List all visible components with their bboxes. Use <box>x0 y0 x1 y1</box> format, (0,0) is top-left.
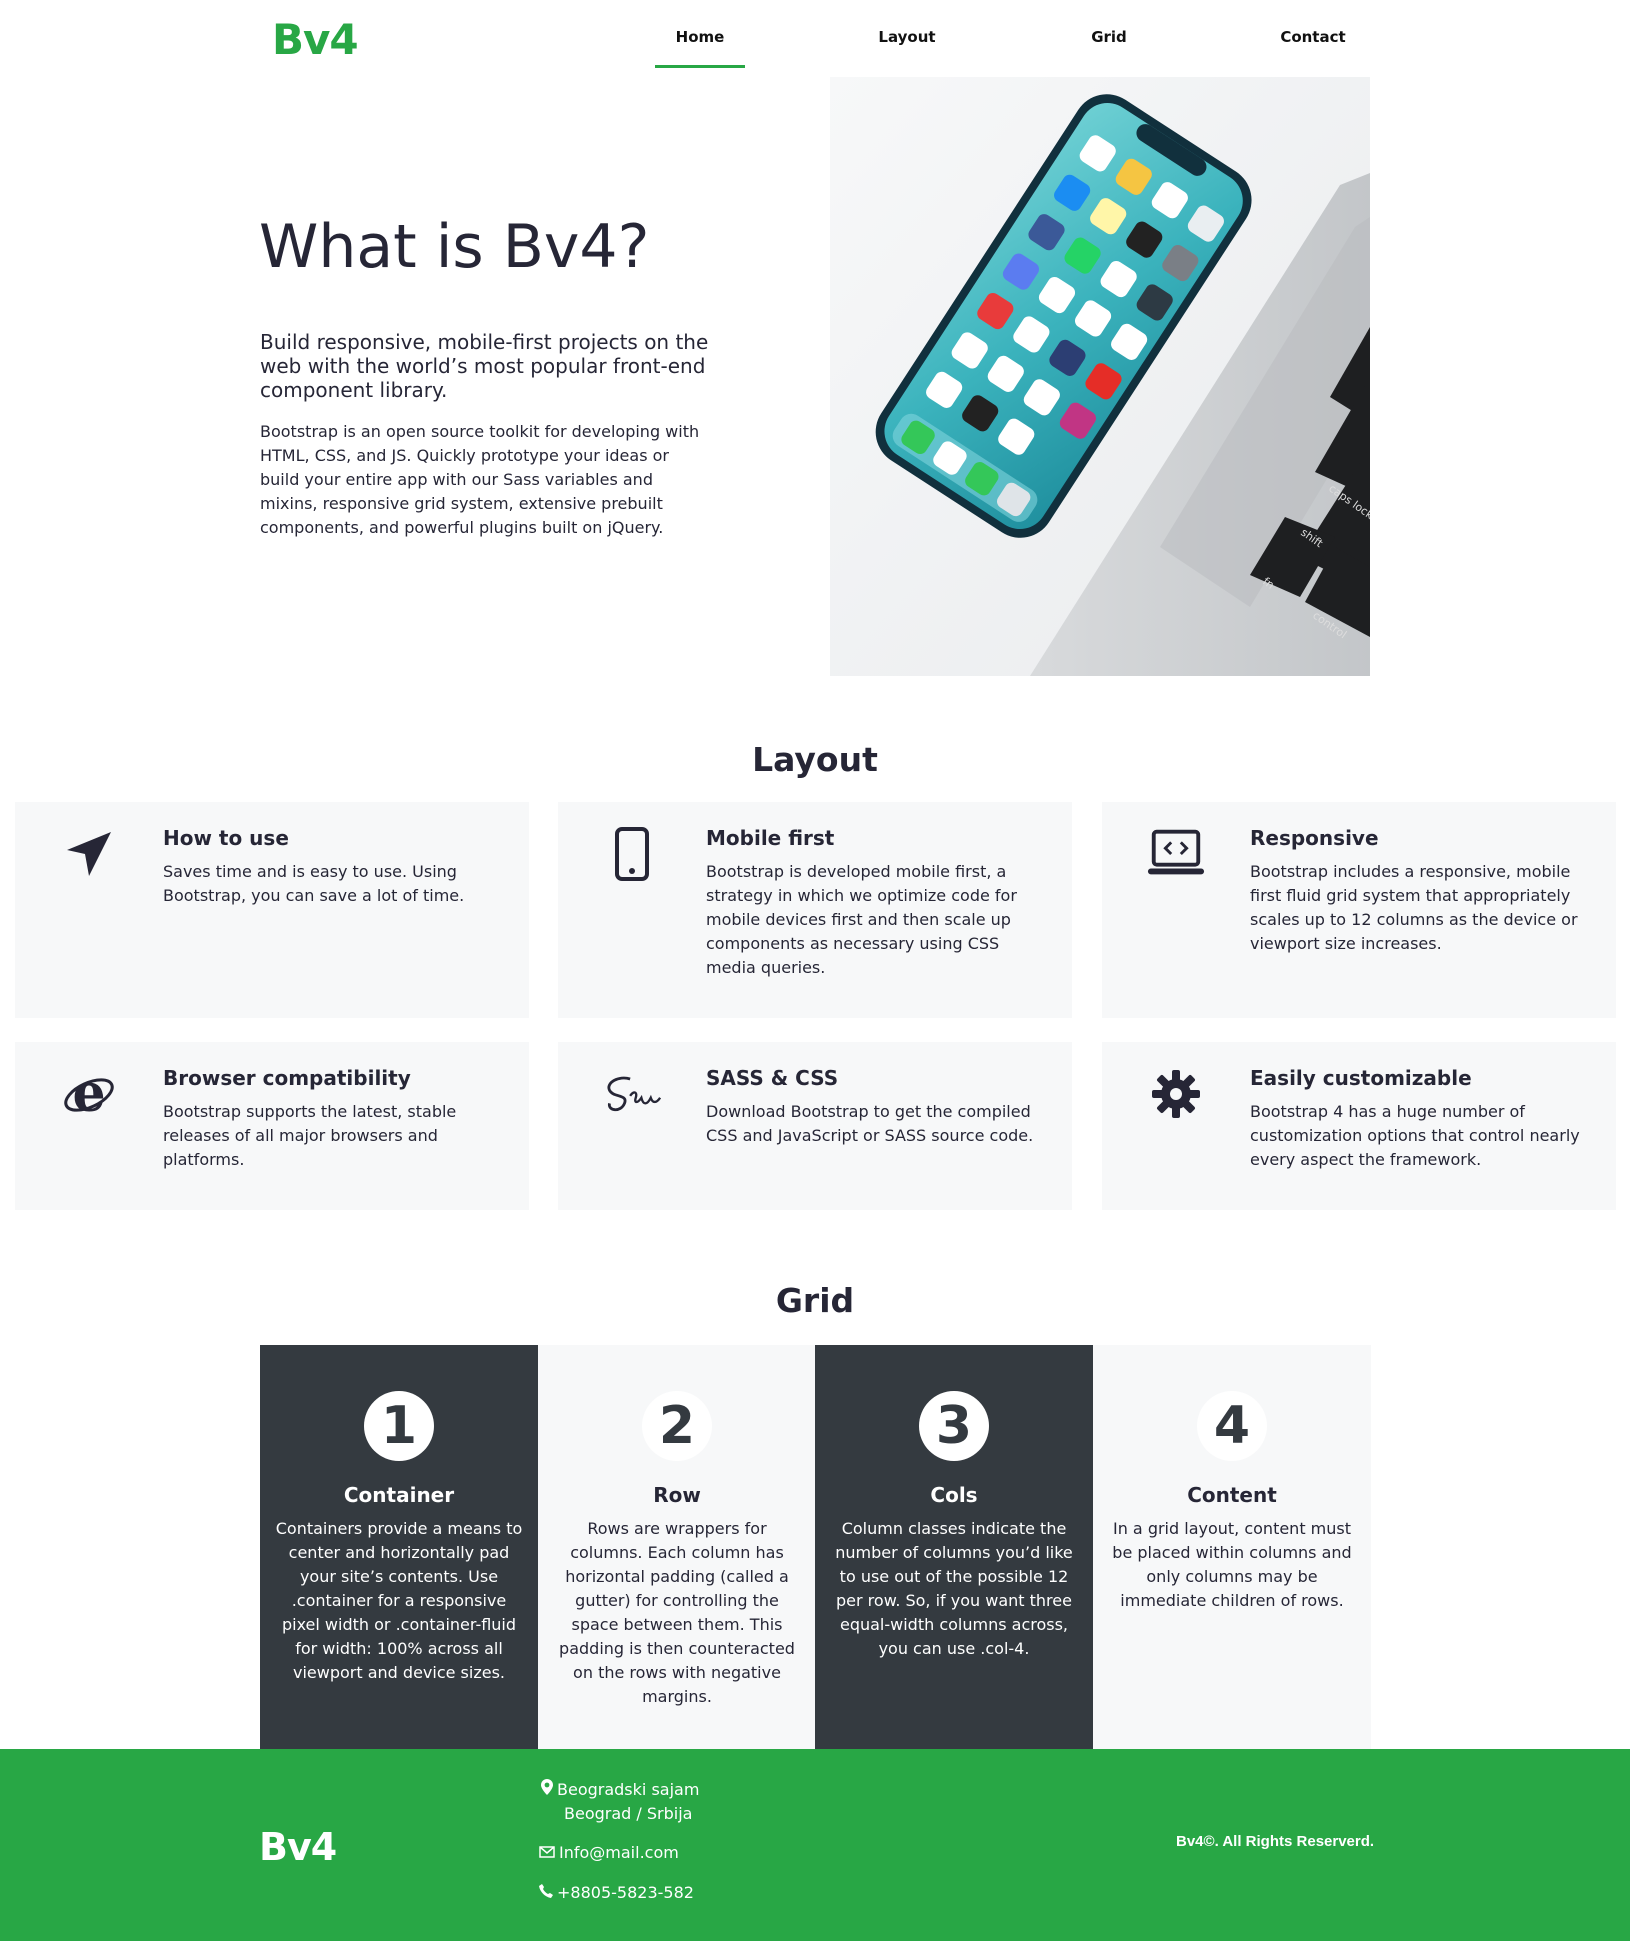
navbar: Bv4 Home Layout Grid Contact <box>0 0 1630 72</box>
step-number-badge: 4 <box>1197 1391 1267 1461</box>
footer: Bv4 Beogradski sajam Beograd / Srbija In… <box>0 1749 1630 1941</box>
footer-address-line-2: Beograd / Srbija <box>564 1804 693 1823</box>
footer-address-line-1: Beogradski sajam <box>557 1779 700 1799</box>
feature-card-responsive: Responsive Bootstrap includes a responsi… <box>1102 802 1616 1018</box>
step-number-badge: 1 <box>364 1391 434 1461</box>
grid-column-text: Column classes indicate the number of co… <box>835 1519 1073 1658</box>
card-text: Bootstrap supports the latest, stable re… <box>163 1102 457 1169</box>
nav-link-contact[interactable]: Contact <box>1258 28 1368 46</box>
feature-card-mobile-first: Mobile first Bootstrap is developed mobi… <box>558 802 1072 1018</box>
feature-card-easily-customizable: Easily customizable Bootstrap 4 has a hu… <box>1102 1042 1616 1210</box>
card-title: How to use <box>163 826 289 850</box>
card-title: Browser compatibility <box>163 1066 411 1090</box>
grid-column-title: Content <box>1187 1483 1277 1507</box>
footer-email[interactable]: Info@mail.com <box>539 1843 679 1862</box>
grid-column-title: Cols <box>930 1483 978 1507</box>
footer-email-text[interactable]: Info@mail.com <box>559 1843 679 1862</box>
hero-image-phone-laptop: caps lock shift fn control <box>830 77 1370 676</box>
card-title: Mobile first <box>706 826 835 850</box>
grid-column-title: Row <box>653 1483 701 1507</box>
nav-link-layout[interactable]: Layout <box>852 28 962 46</box>
hero-description: Bootstrap is an open source toolkit for … <box>260 422 700 537</box>
sass-icon <box>602 1064 662 1124</box>
footer-copyright: Bv4©. All Rights Reserverd. <box>1176 1833 1375 1850</box>
card-text: Bootstrap is developed mobile first, a s… <box>706 862 1017 977</box>
nav-link-grid[interactable]: Grid <box>1054 28 1164 46</box>
footer-phone-text[interactable]: +8805-5823-582 <box>557 1883 694 1902</box>
feature-card-sass-css: SASS & CSS Download Bootstrap to get the… <box>558 1042 1072 1210</box>
paper-plane-icon <box>59 824 119 884</box>
grid-column-text: Rows are wrappers for columns. Each colu… <box>559 1519 795 1706</box>
grid-column-container: 1 Container Containers provide a means t… <box>260 1345 538 1750</box>
nav-link-home[interactable]: Home <box>645 28 755 68</box>
card-text: Download Bootstrap to get the compiled C… <box>706 1102 1034 1145</box>
feature-card-browser-compatibility: e Browser compatibility Bootstrap suppor… <box>15 1042 529 1210</box>
card-text: Saves time and is easy to use. Using Boo… <box>163 862 465 905</box>
card-title: Easily customizable <box>1250 1066 1472 1090</box>
grid-column-content: 4 Content In a grid layout, content must… <box>1093 1345 1371 1750</box>
step-number-badge: 2 <box>642 1391 712 1461</box>
laptop-code-icon <box>1146 824 1206 884</box>
footer-phone[interactable]: +8805-5823-582 <box>539 1883 694 1902</box>
card-text: Bootstrap 4 has a huge number of customi… <box>1250 1102 1580 1169</box>
svg-text:e: e <box>72 1067 105 1121</box>
footer-address: Beogradski sajam <box>541 1779 699 1799</box>
card-title: SASS & CSS <box>706 1066 839 1090</box>
hero-lead: Build responsive, mobile-first projects … <box>260 330 709 402</box>
grid-column-cols: 3 Cols Column classes indicate the numbe… <box>815 1345 1093 1750</box>
internet-explorer-icon: e <box>59 1064 119 1124</box>
grid-section-title: Grid <box>775 1281 855 1320</box>
grid-column-text: Containers provide a means to center and… <box>275 1519 523 1682</box>
hero-illustration: caps lock shift fn control <box>830 77 1370 676</box>
footer-brand-logo[interactable]: Bv4 <box>259 1825 337 1869</box>
grid-column-row: 2 Row Rows are wrappers for columns. Eac… <box>538 1345 816 1750</box>
card-text: Bootstrap includes a responsive, mobile … <box>1250 862 1578 953</box>
grid-column-text: In a grid layout, content must be placed… <box>1112 1519 1352 1610</box>
card-title: Responsive <box>1250 826 1379 850</box>
envelope-icon <box>539 1843 555 1862</box>
layout-section-title: Layout <box>752 740 878 779</box>
map-marker-icon <box>541 1779 553 1799</box>
phone-icon <box>539 1883 553 1902</box>
hero-title: What is Bv4? <box>259 212 650 282</box>
grid-column-title: Container <box>343 1483 455 1507</box>
brand-logo[interactable]: Bv4 <box>272 15 359 64</box>
feature-card-how-to-use: How to use Saves time and is easy to use… <box>15 802 529 1018</box>
mobile-phone-icon <box>602 824 662 884</box>
step-number-badge: 3 <box>919 1391 989 1461</box>
gear-icon <box>1146 1064 1206 1124</box>
